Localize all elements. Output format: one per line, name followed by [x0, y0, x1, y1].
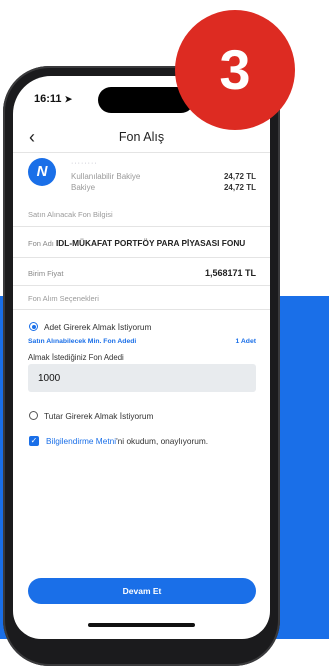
- status-time-text: 16:11: [34, 93, 62, 105]
- min-units-label: Satın Alınabilecek Min. Fon Adedi: [28, 338, 137, 345]
- by-units-radio[interactable]: [29, 322, 38, 331]
- available-balance-label: Kullanılabilir Bakiye: [71, 172, 141, 181]
- status-time: 16:11 ➤: [34, 93, 72, 105]
- account-number-masked: ········: [71, 160, 98, 167]
- information-document-link[interactable]: Bilgilendirme Metni: [46, 436, 116, 446]
- page-title: Fon Alış: [118, 130, 165, 144]
- location-arrow-icon: ➤: [64, 94, 73, 104]
- divider: [13, 226, 270, 227]
- consent-text: Bilgilendirme Metni'ni okudum, onaylıyor…: [46, 436, 208, 446]
- by-units-radio-label[interactable]: Adet Girerek Almak İstiyorum: [44, 322, 151, 332]
- available-balance-value: 24,72 TL: [223, 172, 256, 181]
- divider: [13, 309, 270, 310]
- header-divider: [13, 152, 270, 153]
- divider: [13, 285, 270, 286]
- by-amount-radio[interactable]: [29, 411, 38, 420]
- consent-checkbox[interactable]: ✓: [29, 436, 39, 446]
- fund-name-label: Fon Adı: [28, 239, 54, 248]
- quantity-input[interactable]: [28, 364, 256, 392]
- step-number-badge: 3: [175, 10, 295, 130]
- continue-button[interactable]: Devam Et: [28, 578, 256, 604]
- home-indicator: [88, 623, 195, 627]
- unit-price-label: Birim Fiyat: [28, 269, 64, 278]
- by-amount-radio-label[interactable]: Tutar Girerek Almak İstiyorum: [44, 411, 153, 421]
- bank-logo-icon: N: [28, 158, 56, 186]
- balance-value: 24,72 TL: [223, 183, 256, 192]
- quantity-input-label: Almak İstediğiniz Fon Adedi: [28, 353, 124, 362]
- phone-screen: 16:11 ➤ ‹ Fon Alış N ········ Kullanılab…: [13, 76, 270, 639]
- consent-rest-text: 'ni okudum, onaylıyorum.: [116, 436, 209, 446]
- divider: [13, 257, 270, 258]
- unit-price-value: 1,568171 TL: [204, 268, 256, 278]
- fund-info-section-title: Satın Alınacak Fon Bilgisi: [28, 210, 113, 219]
- fund-name-value: IDL-MÜKAFAT PORTFÖY PARA PİYASASI FONU: [56, 238, 246, 248]
- checkmark-icon: ✓: [30, 436, 38, 445]
- phone-frame: 16:11 ➤ ‹ Fon Alış N ········ Kullanılab…: [3, 66, 280, 666]
- balance-label: Bakiye: [71, 183, 96, 192]
- purchase-options-section-title: Fon Alım Seçenekleri: [28, 294, 99, 303]
- min-units-value: 1 Adet: [235, 338, 256, 345]
